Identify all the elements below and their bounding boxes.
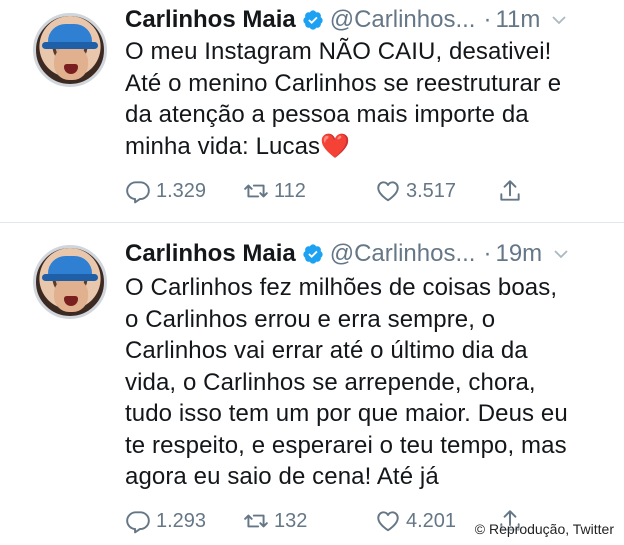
- image-credit: © Reprodução, Twitter: [474, 521, 614, 537]
- tweet-line-text: minha vida: Lucas: [125, 132, 321, 160]
- avatar-cap-brim: [42, 274, 98, 281]
- like-icon: [377, 511, 399, 532]
- separator-dot: ·: [483, 240, 492, 267]
- display-name[interactable]: Carlinhos Maia: [125, 6, 296, 34]
- retweet-icon: [244, 184, 268, 198]
- retweet-icon: [244, 514, 268, 528]
- tweet-header: Carlinhos Maia @Carlinhos... · 19m: [125, 238, 570, 270]
- avatar-face: [54, 278, 88, 312]
- avatar-cap-brim: [42, 42, 98, 49]
- share-button[interactable]: [497, 176, 528, 206]
- verified-badge-icon: [302, 9, 324, 31]
- handle[interactable]: @Carlinhos...: [330, 240, 476, 268]
- retweet-button[interactable]: 132: [243, 506, 307, 536]
- chevron-down-icon[interactable]: [552, 245, 570, 263]
- avatar[interactable]: [33, 13, 107, 87]
- retweet-count: 132: [274, 509, 308, 532]
- reply-button[interactable]: 1.293: [125, 506, 206, 536]
- reply-count: 1.329: [156, 179, 207, 202]
- verified-badge-icon: [302, 243, 324, 265]
- reply-icon: [126, 181, 150, 204]
- retweet-count: 112: [274, 179, 306, 202]
- tweet-line: O Carlinhos fez milhões de coisas boas,: [125, 274, 558, 301]
- tweet-line: te respeito, e esperarei o teu tempo, ma…: [125, 431, 567, 459]
- tweet-line: o Carlinhos errou e erra sempre, o: [125, 305, 496, 333]
- tweet-line: O meu Instagram NÃO CAIU, desativei!: [125, 38, 552, 65]
- timestamp[interactable]: 11m: [495, 6, 540, 34]
- separator-dot: ·: [483, 6, 492, 33]
- handle[interactable]: @Carlinhos...: [330, 6, 476, 34]
- tweet-line: da atenção a pessoa mais importe da: [125, 101, 529, 128]
- tweet-line: vida, o Carlinhos se arrepende, chora,: [125, 368, 536, 396]
- tweet-line: tudo isso tem um por que maior. Deus eu: [125, 400, 568, 427]
- chevron-down-icon[interactable]: [550, 11, 568, 29]
- timestamp[interactable]: 19m: [495, 240, 542, 268]
- reply-icon: [126, 511, 150, 534]
- like-button[interactable]: 4.201: [375, 506, 456, 536]
- reply-button[interactable]: 1.329: [125, 176, 206, 206]
- like-icon: [377, 181, 399, 202]
- tweet-line: Carlinhos vai errar até o último dia da: [125, 337, 528, 364]
- tweet-text: O meu Instagram NÃO CAIU, desativei! Até…: [125, 36, 605, 162]
- tweet[interactable]: Carlinhos Maia @Carlinhos... · 11m O meu…: [0, 0, 624, 222]
- retweet-button[interactable]: 112: [243, 176, 306, 206]
- avatar[interactable]: [33, 245, 107, 319]
- like-count: 3.517: [406, 179, 457, 202]
- like-count: 4.201: [406, 509, 457, 532]
- tweet-line: Até o menino Carlinhos se reestruturar e: [125, 69, 562, 97]
- tweet-line: agora eu saio de cena! Até já: [125, 463, 439, 490]
- tweet-text: O Carlinhos fez milhões de coisas boas, …: [125, 272, 605, 493]
- like-button[interactable]: 3.517: [375, 176, 456, 206]
- tweet-header: Carlinhos Maia @Carlinhos... · 11m: [125, 4, 568, 36]
- tweet-actions: 1.329 112 3.517: [125, 176, 605, 206]
- reply-count: 1.293: [156, 509, 207, 532]
- display-name[interactable]: Carlinhos Maia: [125, 240, 296, 268]
- heart-emoji: ❤️: [320, 132, 351, 160]
- tweet-line: minha vida: Lucas❤️: [125, 131, 605, 163]
- avatar-face: [54, 46, 88, 80]
- share-icon: [500, 180, 520, 201]
- tweet[interactable]: Carlinhos Maia @Carlinhos... · 19m O Car…: [0, 223, 624, 545]
